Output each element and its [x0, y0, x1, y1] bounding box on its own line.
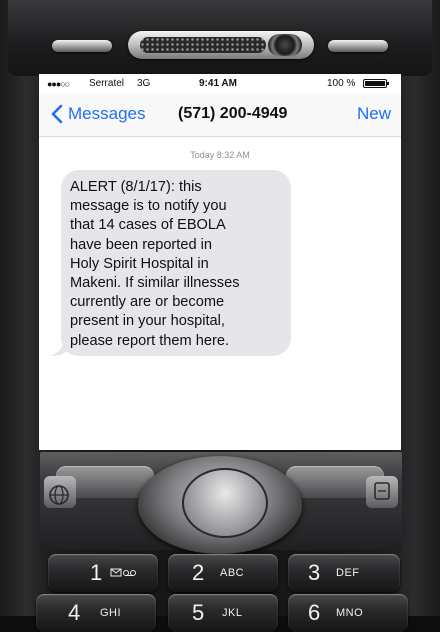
key-letters: ABC — [220, 567, 245, 579]
front-camera-icon — [268, 34, 302, 56]
key-6[interactable]: 6 MNO — [288, 594, 408, 632]
new-message-button[interactable]: New — [357, 104, 391, 124]
received-message-bubble[interactable]: ALERT (8/1/17): this message is to notif… — [61, 170, 291, 356]
key-1[interactable]: 1 — [48, 554, 158, 592]
key-digit: 1 — [90, 560, 103, 585]
key-letters: DEF — [336, 567, 360, 579]
right-sensor-slot — [328, 40, 388, 52]
status-time: 9:41 AM — [199, 78, 237, 89]
signal-strength-icon: ●●●○○ — [47, 79, 70, 89]
back-button-label: Messages — [68, 104, 146, 123]
message-timestamp: Today 8:32 AM — [190, 150, 250, 160]
key-3[interactable]: 3 DEF — [288, 554, 400, 592]
key-letters: GHI — [100, 607, 122, 619]
battery-level — [365, 81, 385, 86]
battery-icon — [363, 79, 389, 88]
numeric-keypad: 1 2 ABC 3 DEF 4 GHI 5 JKL 6 MNO — [34, 550, 410, 632]
key-5[interactable]: 5 JKL — [168, 594, 278, 632]
key-digit: 3 — [308, 560, 321, 585]
speaker-grill — [140, 37, 266, 53]
left-sensor-slot — [52, 40, 112, 52]
carrier-name: Serratel — [89, 78, 125, 89]
key-4[interactable]: 4 GHI — [36, 594, 156, 632]
key-digit: 4 — [68, 600, 81, 625]
key-letters: MNO — [336, 607, 364, 619]
status-bar: ●●●○○ Serratel 3G 9:41 AM 100 % — [39, 74, 401, 94]
voicemail-icon — [110, 568, 136, 577]
clear-key-icon — [374, 482, 390, 500]
key-2[interactable]: 2 ABC — [168, 554, 278, 592]
battery-tip — [387, 82, 389, 85]
key-digit: 2 — [192, 560, 205, 585]
message-text: ALERT (8/1/17): this message is to notif… — [70, 179, 240, 349]
back-to-messages-button[interactable]: Messages — [49, 104, 145, 124]
phone-screen: ●●●○○ Serratel 3G 9:41 AM 100 % Messages… — [39, 74, 401, 450]
earpiece-speaker — [128, 31, 314, 59]
contact-phone-number: (571) 200-4949 — [178, 105, 288, 122]
battery-percentage: 100 % — [327, 78, 356, 89]
center-select-button[interactable] — [182, 468, 268, 538]
key-letters: JKL — [222, 607, 243, 619]
globe-icon — [49, 485, 69, 505]
navigation-bar: Messages (571) 200-4949 New — [39, 94, 401, 137]
key-digit: 5 — [192, 600, 205, 625]
network-type: 3G — [137, 78, 151, 89]
chevron-left-icon — [51, 104, 63, 124]
key-digit: 6 — [308, 600, 321, 625]
